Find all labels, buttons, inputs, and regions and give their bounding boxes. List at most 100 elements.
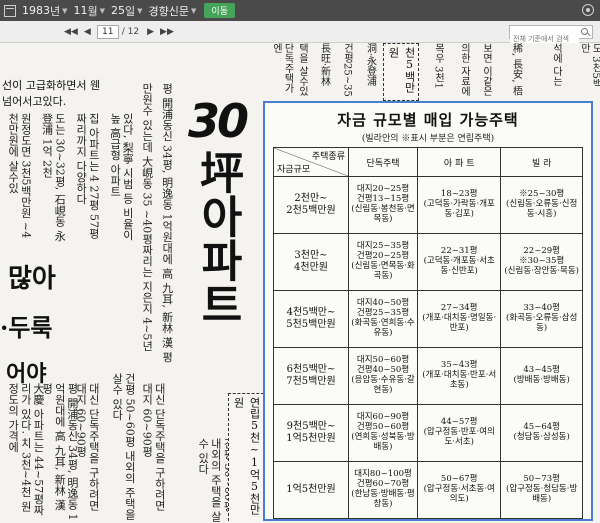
chevron-down-icon: ▼ <box>99 6 106 15</box>
apartment-cell: 35~43평 (개포·대치동·반포·서초동) <box>417 347 502 405</box>
table-row: 6천5백만~ 7천5백만원 대지50~60평 건평40~50평 (응암동·수유동·갈현… <box>273 347 583 405</box>
top-strip-col-5: 洞·永登浦 <box>364 43 376 87</box>
date-toolbar: 1983 년 ▼ 11 월 ▼ 25 일 ▼ 경향신문 ▼ 이동 <box>0 0 600 21</box>
month-value: 11 <box>73 4 88 17</box>
apartment-cell: 22~31평 (고덕동·개포동·서초동·신반포) <box>417 233 502 291</box>
article-column: 大慶 아파트는 44~57평짜리가 있다. 치 3천~4천 원 정도의 가격에 <box>6 383 45 516</box>
article-fragment-line: 넘어서고있다. <box>2 95 67 108</box>
top-strip-col-8: 보면 이같은 <box>480 43 492 97</box>
article-column: 집 아파트는 4 27평 57평짜리까지 다양하다 <box>74 113 101 239</box>
subheadline-fragment: 많아 <box>8 264 56 294</box>
top-strip-col-3: 長旺·新林 <box>318 43 330 87</box>
apartment-cell: 18~23평 (고덕동·가락동·개포동·김포) <box>417 176 502 234</box>
month-select[interactable]: 11 월 ▼ <box>74 3 106 19</box>
villa-cell: 33~40평 (화곡동·오류동·삼성동) <box>500 290 583 348</box>
subheadline-fragment: ·두룩 <box>0 313 53 342</box>
article-column: 평 開浦동신 34평, 明逸동 1억원대에 高 九耳, 新林 漢 평 <box>160 83 174 363</box>
page-navigation-bar: ◀◀ ◀ 11 / 12 ▶ ▶▶ <box>0 21 600 45</box>
year-value: 1983 <box>22 4 50 17</box>
single-house-cell: 대지50~60평 건평40~50평 (응암동·수유동·갈현동) <box>347 347 419 405</box>
villa-cell: 43~45평 (방배동·방배동) <box>500 347 583 405</box>
price-cell: 1억5천만원 <box>273 461 349 519</box>
boxed-caption-bottom: 연립5천~1억5천만원 <box>228 393 264 523</box>
article-column: 평 開浦동신 34평, 明逸동 1억원대에 高 九耳, 新林 漢 평 <box>40 383 79 521</box>
article-column: 대신 단독주택을 구하려면 대지 60~90평 <box>140 383 167 511</box>
single-house-cell: 대지20~25평 건평13~15평 (신림동·봉천동·면목동) <box>347 176 419 234</box>
year-suffix: 년 <box>50 4 61 18</box>
column-header: 단독주택 <box>347 147 419 177</box>
top-strip-col-2: 택을 살수있 <box>296 43 308 97</box>
single-house-cell: 대지80~100평 건평60~70평 (한남동·방배동·평창동) <box>347 461 419 519</box>
month-suffix: 월 <box>87 4 98 18</box>
go-button[interactable]: 이동 <box>204 3 235 18</box>
price-cell: 4천5백만~ 5천5백만원 <box>273 290 349 348</box>
villa-cell: 22~29평 ※30~35평 (신림동·장안동·목동) <box>500 233 583 291</box>
page-total: / 12 <box>121 27 140 37</box>
publication-value: 경향신문 <box>148 4 190 18</box>
villa-cell: 45~64평 (청담동·삼성동) <box>500 404 583 462</box>
apartment-cell: 44~57평 (압구정동·반포·여의도·서초) <box>417 404 502 462</box>
boxed-caption-top: 천5백만원 <box>383 43 419 101</box>
chevron-down-icon: ▼ <box>62 6 68 15</box>
search-icon[interactable] <box>581 28 588 35</box>
table-row: 9천5백만~ 1억5천만원 대지60~90평 건평50~60평 (연희동·성북동·방배… <box>273 404 583 462</box>
headline-text: 坪아파트 <box>192 150 243 326</box>
apartment-cell: 50~67평 (압구정동·서초동·여의도) <box>417 461 502 519</box>
top-strip-col-10: 석에 다는 <box>550 43 562 87</box>
table-row: 2천만~ 2천5백만원 대지20~25평 건평13~15평 (신림동·봉천동·면목동)… <box>273 176 583 234</box>
single-house-cell: 대지25~35평 건평20~25평 (신림동·면목동·화곡동) <box>347 233 419 291</box>
settings-icon[interactable] <box>582 4 594 16</box>
prev-page-icon[interactable]: ◀ <box>84 27 91 37</box>
column-header: 아 파 트 <box>417 147 502 177</box>
article-column: 있다, 梨寧 시범 등 비율이 높 高급형 아파트 <box>108 113 135 241</box>
column-header: 빌 라 <box>500 147 583 177</box>
top-strip-col-6: 목우 3천1 <box>432 43 444 89</box>
table-corner-header: 주택종류 자금규모 <box>273 147 349 177</box>
year-select[interactable]: 1983 년 ▼ <box>22 3 68 19</box>
calendar-icon[interactable] <box>4 4 16 17</box>
price-cell: 9천5백만~ 1억5천만원 <box>273 404 349 462</box>
price-cell: 6천5백만~ 7천5백만원 <box>273 347 349 405</box>
page-number-input[interactable]: 11 <box>96 25 119 39</box>
corner-bottom-label: 자금규모 <box>277 165 311 175</box>
day-suffix: 일 <box>125 4 136 18</box>
article-column: 건평 50~60평 내외의 주택을 살수 있다 <box>110 373 137 520</box>
article-column: 원정도면 3천5백만원 ~4천만원에 살수있 <box>6 113 33 239</box>
villa-cell: ※25~30평 (신림동·오류동·신정동·시흥) <box>500 176 583 234</box>
villa-cell: 50~73평 (압구정동·청담동·방배동) <box>500 461 583 519</box>
first-page-icon[interactable]: ◀◀ <box>64 27 78 37</box>
single-house-cell: 대지40~50평 건평25~35평 (화곡동·연희동·수유동) <box>347 290 419 348</box>
publication-select[interactable]: 경향신문 ▼ <box>149 3 197 19</box>
headline-number: 30 <box>187 94 249 148</box>
table-title: 자금 규모별 매입 가능주택 <box>337 111 519 129</box>
article-column: 만원수 있는데 大峴동 35 ~40평짜리는 지은지 4~5년 <box>140 83 154 352</box>
newspaper-viewer[interactable]: 단독주택가엔 택을 살수있 長旺·新林 건평25~35 洞·永登浦 목우 3천1… <box>0 43 600 523</box>
top-strip-col-7: 의한 자료에 <box>458 43 470 97</box>
day-value: 25 <box>111 4 126 17</box>
chevron-down-icon: ▼ <box>137 6 143 15</box>
table-row: 4천5백만~ 5천5백만원 대지40~50평 건평25~35평 (화곡동·연희동·수유… <box>273 290 583 348</box>
top-strip-col-11: 도 3천5백만 <box>578 43 600 89</box>
top-strip-col-1: 단독주택가엔 <box>270 43 294 93</box>
table-subtitle: (빌라안의 ※표시 부분은 연립주택) <box>361 134 495 144</box>
page-controls: ◀◀ ◀ 11 / 12 ▶ ▶▶ <box>64 25 180 39</box>
chevron-down-icon: ▼ <box>191 6 197 15</box>
article-column: 도는 30~32평, 石峴동 永登浦 1억 2천 <box>40 113 67 242</box>
next-page-icon[interactable]: ▶ <box>147 27 154 37</box>
top-strip-col-4: 건평25~35 <box>341 43 353 97</box>
top-strip-col-9: 稀, 長安, 梧 <box>510 43 522 96</box>
table-row: 1억5천만원 대지80~100평 건평60~70평 (한남동·방배동·평창동) 50… <box>273 461 583 519</box>
single-house-cell: 대지60~90평 건평50~60평 (연희동·성북동·방배동) <box>347 404 419 462</box>
table-row: 3천만~ 4천만원 대지25~35평 건평20~25평 (신림동·면목동·화곡동) 2… <box>273 233 583 291</box>
day-select[interactable]: 25 일 ▼ <box>111 3 143 19</box>
price-cell: 2천만~ 2천5백만원 <box>273 176 349 234</box>
last-page-icon[interactable]: ▶▶ <box>160 27 174 37</box>
price-table-panel: 자금 규모별 매입 가능주택 (빌라안의 ※표시 부분은 연립주택) 주택종류 … <box>263 101 593 521</box>
price-table: 주택종류 자금규모 단독주택 아 파 트 빌 라 2천만~ 2천5백만원 대지20… <box>273 147 583 519</box>
corner-top-label: 주택종류 <box>311 152 345 162</box>
article-column: 대신 단독주택을 구하려면 대지 60~90평 <box>74 383 101 511</box>
apartment-cell: 27~34평 (개포·대치동·명일동·반포) <box>417 290 502 348</box>
article-fragment-line: 선이 고급화하면서 웬 <box>2 79 101 92</box>
price-cell: 3천만~ 4천만원 <box>273 233 349 291</box>
search-box <box>509 25 593 45</box>
